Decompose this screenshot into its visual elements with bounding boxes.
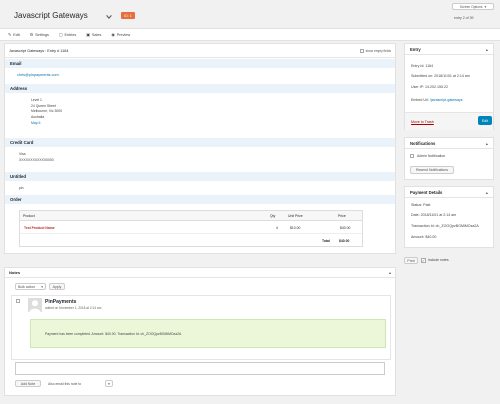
bulk-action-select[interactable]: Bulk action ▾ <box>15 283 46 290</box>
page-title: Javascript Gateways <box>14 11 88 20</box>
sidebar-entry-box: Entry ▴ Entry Id: 1164 Submitted on: 201… <box>404 43 494 130</box>
screen-options-button[interactable]: Screen Options ▾ <box>452 3 494 10</box>
entry-heading-row: Javascript Gateways : Entry # 1164 show … <box>5 44 395 58</box>
toolbar-settings[interactable]: ⚙ Settings <box>29 32 49 38</box>
edit-entry-button[interactable]: Edit <box>478 116 492 125</box>
email-link[interactable]: chris@pinpayments.com <box>17 73 59 77</box>
email-note-select[interactable]: ▾ <box>105 380 113 387</box>
note-author: PinPayments <box>45 299 77 305</box>
note-date: added on November 1, 2018 at 2:14 am <box>45 306 102 310</box>
notes-title: Notes <box>9 270 21 275</box>
untitled-value: pin <box>19 186 24 190</box>
toolbar-preview[interactable]: ◉ Preview <box>111 32 130 38</box>
chevron-down-icon: ▾ <box>41 284 43 289</box>
product-name: Test Product Name <box>24 226 55 230</box>
field-credit-card-label: Credit Card <box>5 138 395 147</box>
toolbar-edit[interactable]: ✎ Edit <box>8 32 20 38</box>
note-checkbox[interactable] <box>16 299 20 303</box>
user-ip: User IP: 14.202.155.22 <box>411 85 448 89</box>
pencil-icon: ✎ <box>8 33 12 37</box>
notes-panel: Notes ▴ Bulk action ▾ Apply PinPayments a… <box>4 267 396 396</box>
embed-url: Embed Url: /javascript-gateways <box>411 98 463 102</box>
notifications-title-row: Notifications ▴ <box>405 138 493 149</box>
new-note-textarea[interactable] <box>15 362 385 375</box>
sidebar-notifications-box: Notifications ▴ Admin Notification Resen… <box>404 137 494 180</box>
collapse-arrow-icon[interactable]: ▴ <box>389 270 391 275</box>
sidebar-entry-title-row: Entry ▴ <box>405 44 493 55</box>
admin-notification-option: Admin Notification <box>410 154 445 158</box>
gear-icon: ⚙ <box>29 33 34 37</box>
form-switcher-chevron-icon[interactable] <box>105 13 113 21</box>
resend-notifications-button[interactable]: Resend Notifications <box>410 166 454 174</box>
notes-title-row: Notes ▴ <box>5 268 395 278</box>
eye-icon: ◉ <box>111 33 115 37</box>
entry-detail-panel: Javascript Gateways : Entry # 1164 show … <box>4 43 396 254</box>
payment-transaction: Transaction Id: ch_ZOOQpzBGMiMOza2A <box>411 224 479 228</box>
payment-title-row: Payment Details ▴ <box>405 187 493 198</box>
field-address-label: Address <box>5 84 395 93</box>
payment-status: Status: Paid <box>411 203 431 207</box>
toolbar-sales[interactable]: ▣ Sales <box>86 32 101 38</box>
include-notes-checkbox[interactable]: ✓ <box>421 257 426 263</box>
include-notes-option: ✓ include notes <box>421 257 449 263</box>
add-note-button[interactable]: Add Note <box>15 380 41 387</box>
move-to-trash-link[interactable]: Move to Trash <box>411 120 434 124</box>
payment-date: Date: 2018/11/01 at 2:14 am <box>411 213 457 217</box>
cart-icon: ▣ <box>86 33 90 37</box>
entry-toolbar: ✎ Edit ⚙ Settings ▢ Entries ▣ Sales ◉ Preview <box>0 28 500 41</box>
order-table-header: Product Qty Unit Price Price <box>20 211 362 221</box>
avatar <box>28 298 42 312</box>
email-note-label: Also email this note to <box>48 381 82 386</box>
apply-button[interactable]: Apply <box>49 283 65 290</box>
embed-url-link[interactable]: /javascript-gateways <box>430 98 463 102</box>
address-block: Level 1 24 Queen Street Melbourne, Vic 3… <box>31 98 63 127</box>
map-it-link[interactable]: Map It <box>31 121 62 127</box>
credit-card-block: Visa XXXXXXXXXXXX0000 <box>19 152 54 162</box>
chevron-down-icon: ▾ <box>108 381 110 386</box>
admin-notification-checkbox[interactable] <box>410 154 414 158</box>
form-id-badge: ID: 1 <box>121 12 135 19</box>
show-empty-checkbox[interactable] <box>359 48 364 53</box>
collapse-arrow-icon[interactable]: ▴ <box>486 141 488 146</box>
field-untitled-label: Untitled <box>5 172 395 181</box>
sidebar-payment-box: Payment Details ▴ Status: Paid Date: 201… <box>404 186 494 248</box>
chat-bubble-icon: ▢ <box>58 33 63 37</box>
toolbar-entries[interactable]: ▢ Entries <box>58 32 76 38</box>
entry-pagination: entry 2 of 39 <box>454 16 474 20</box>
note-message: Payment has been completed. Amount: $40.… <box>30 319 386 348</box>
order-table: Product Qty Unit Price Price Test Produc… <box>19 210 363 247</box>
order-row: Test Product Name 4 $10.00 $40.00 <box>20 221 362 234</box>
submitted-on: Submitted on: 2018/11/01 at 2:14 am <box>411 74 470 78</box>
field-email-label: Email <box>5 59 395 68</box>
chevron-down-icon: ▾ <box>484 4 487 9</box>
field-order-label: Order <box>5 195 395 204</box>
collapse-arrow-icon[interactable]: ▴ <box>486 47 488 52</box>
entry-id: Entry Id: 1164 <box>411 64 434 68</box>
entry-heading: Javascript Gateways : Entry # 1164 <box>9 48 69 53</box>
order-total-row: Total $40.00 <box>322 239 350 243</box>
payment-amount: Amount: $40.00 <box>411 235 437 239</box>
print-button[interactable]: Print <box>404 257 418 264</box>
collapse-arrow-icon[interactable]: ▴ <box>486 190 488 195</box>
note-item: PinPayments added on November 1, 2018 at… <box>11 295 391 360</box>
